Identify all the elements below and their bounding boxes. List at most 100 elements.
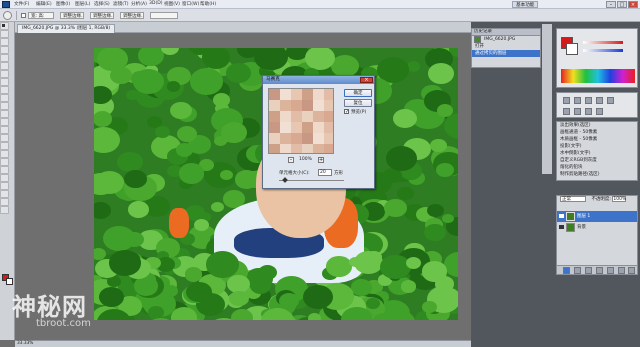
option-field[interactable]: 调整边缘...	[120, 12, 144, 19]
brightness-icon[interactable]	[563, 97, 570, 104]
tool-icon[interactable]	[0, 24, 9, 206]
clover-leaf	[125, 89, 140, 101]
curves-icon[interactable]	[585, 97, 592, 104]
workspace-button[interactable]: 基本功能	[512, 1, 539, 8]
tool-icon[interactable]	[0, 24, 9, 118]
clover-leaf	[205, 251, 239, 279]
bw-icon[interactable]	[585, 108, 592, 115]
opacity-input[interactable]: 100%	[612, 196, 627, 202]
slider-thumb[interactable]	[282, 177, 288, 183]
tool-icon[interactable]	[0, 24, 9, 134]
minimize-button[interactable]: –	[606, 1, 616, 8]
mosaic-cell	[280, 144, 291, 153]
tool-icon[interactable]	[0, 24, 9, 38]
menu-select[interactable]: 选择(S)	[94, 1, 110, 7]
action-item[interactable]: 熔化的铅块	[557, 164, 637, 171]
refine-edge-button[interactable]	[150, 12, 178, 19]
photo-filter-icon[interactable]	[596, 108, 603, 115]
clover-leaf	[225, 62, 252, 83]
blue-slider[interactable]	[583, 49, 623, 52]
tool-icon[interactable]	[0, 24, 9, 190]
tool-icon[interactable]	[0, 24, 9, 126]
document-tab[interactable]: IMG_6620.JPG @ 33.3% (图层 1, RGB/8)	[17, 24, 116, 33]
new-group-icon[interactable]	[607, 267, 614, 274]
menu-analysis[interactable]: 分析(A)	[131, 1, 147, 7]
history-snapshot[interactable]: IMG_6620.JPG	[472, 36, 540, 43]
balance-icon[interactable]	[574, 108, 581, 115]
action-item[interactable]: 木质画框 - 50像素	[557, 136, 637, 143]
zoom-in-button[interactable]: +	[318, 157, 324, 163]
delete-layer-icon[interactable]	[628, 267, 635, 274]
option-field[interactable]: 调整边缘...	[60, 12, 84, 19]
tool-icon[interactable]	[0, 24, 9, 158]
action-item[interactable]: 画框通道 - 50像素	[557, 129, 637, 136]
menu-3d[interactable]: 3D(D)	[149, 1, 163, 6]
vibrance-icon[interactable]	[607, 97, 614, 104]
tool-icon[interactable]	[0, 24, 9, 102]
menu-file[interactable]: 文件(F)	[14, 1, 29, 7]
action-item[interactable]: 水中倒影(文字)	[557, 150, 637, 157]
menu-image[interactable]: 图像(I)	[56, 1, 70, 7]
layer-row[interactable]: 背景	[557, 222, 637, 233]
tool-icon[interactable]	[0, 24, 9, 142]
add-mask-icon[interactable]	[585, 267, 592, 274]
tool-icon[interactable]	[0, 24, 9, 94]
cell-size-input[interactable]: 20	[318, 169, 332, 176]
menu-layer[interactable]: 图层(L)	[75, 1, 90, 7]
blend-mode-select[interactable]: 正常	[560, 196, 586, 202]
tool-icon[interactable]	[0, 24, 9, 70]
zoom-out-button[interactable]: –	[288, 157, 294, 163]
new-adjustment-icon[interactable]	[596, 267, 603, 274]
tool-icon[interactable]	[0, 24, 9, 174]
layer-row-selected[interactable]: 图层 1	[557, 211, 637, 222]
reset-button[interactable]: 复位	[344, 99, 372, 107]
option-checkbox[interactable]	[21, 13, 26, 18]
eye-icon[interactable]	[559, 214, 564, 218]
tool-preset-icon[interactable]	[3, 11, 12, 20]
tool-icon[interactable]	[0, 24, 9, 62]
history-item[interactable]: 打开	[472, 43, 540, 50]
tool-icon[interactable]	[0, 24, 9, 214]
background-swatch[interactable]	[566, 43, 578, 55]
tool-icon[interactable]	[0, 24, 9, 166]
maximize-button[interactable]: □	[617, 1, 627, 8]
menu-view[interactable]: 视图(V)	[164, 1, 180, 7]
background-color-swatch[interactable]	[6, 278, 13, 285]
ok-button[interactable]: 确定	[344, 89, 372, 97]
close-window-button[interactable]: ×	[628, 1, 638, 8]
dialog-preview[interactable]	[268, 88, 334, 154]
red-slider[interactable]	[583, 41, 623, 44]
tool-icon[interactable]	[0, 24, 9, 198]
tool-icon[interactable]	[0, 24, 9, 46]
tool-icon[interactable]	[0, 24, 9, 54]
history-panel-title[interactable]: 历史记录	[472, 29, 540, 36]
tool-icon[interactable]	[0, 24, 9, 78]
history-item-selected[interactable]: 通过拷贝的图层	[472, 50, 540, 57]
action-item[interactable]: 制作剪贴路径(选区)	[557, 171, 637, 178]
link-layers-icon[interactable]	[563, 267, 570, 274]
color-ramp[interactable]	[561, 69, 635, 83]
action-item[interactable]: 淡出效果(选区)	[557, 122, 637, 129]
action-item[interactable]: 自定义RGB到灰度	[557, 157, 637, 164]
dialog-close-button[interactable]: ×	[360, 77, 373, 83]
exposure-icon[interactable]	[596, 97, 603, 104]
tool-icon[interactable]	[0, 24, 9, 86]
clover-leaf	[175, 142, 193, 157]
hue-icon[interactable]	[563, 108, 570, 115]
layer-style-icon[interactable]	[574, 267, 581, 274]
preview-checkbox[interactable]: ✓	[344, 109, 349, 115]
action-item[interactable]: 投影(文字)	[557, 143, 637, 150]
eye-icon[interactable]	[559, 225, 564, 229]
menu-filter[interactable]: 滤镜(T)	[113, 1, 129, 7]
tool-icon[interactable]	[0, 24, 9, 182]
levels-icon[interactable]	[574, 97, 581, 104]
option-field[interactable]: 调整边缘...	[90, 12, 114, 19]
new-layer-icon[interactable]	[618, 267, 625, 274]
option-field[interactable]: 宽: 高:	[28, 12, 54, 19]
cell-size-slider[interactable]	[279, 180, 344, 181]
tool-icon[interactable]	[0, 24, 9, 110]
menu-window[interactable]: 窗口(W)	[182, 1, 199, 7]
menu-help[interactable]: 帮助(H)	[200, 1, 216, 7]
menu-edit[interactable]: 编辑(E)	[36, 1, 52, 7]
tool-icon[interactable]	[0, 24, 9, 150]
